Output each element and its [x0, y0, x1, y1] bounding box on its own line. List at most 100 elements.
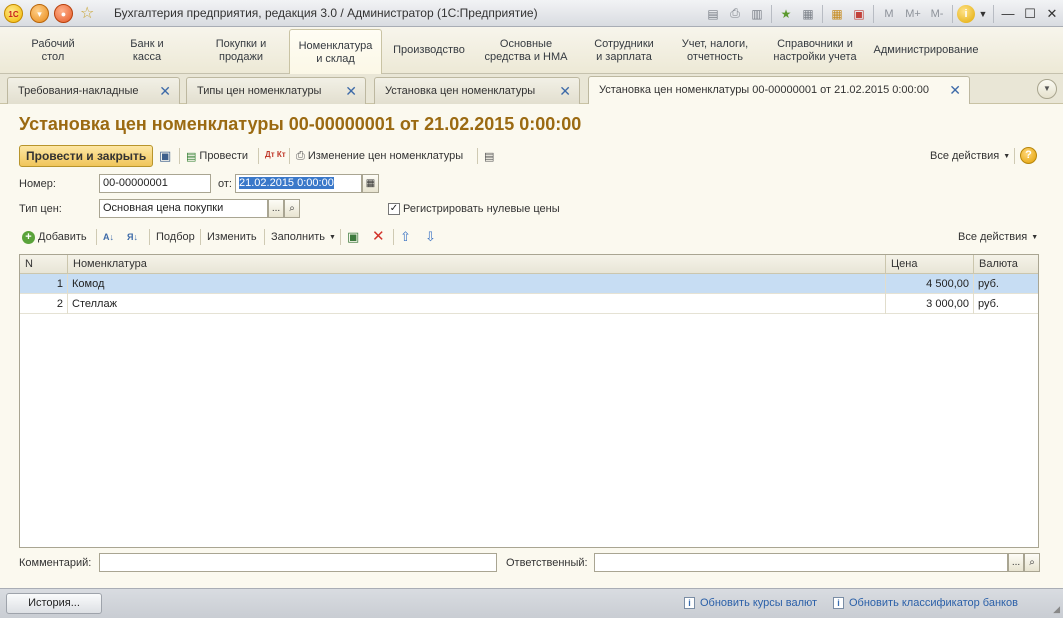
separator — [873, 4, 874, 23]
column-header-n[interactable]: N — [20, 255, 68, 274]
tab-requisitions[interactable]: Требования-накладные ✕ — [7, 77, 180, 104]
preview-icon[interactable]: ▥ — [747, 5, 767, 23]
section-fixed-assets[interactable]: Основные средства и НМА — [478, 27, 574, 74]
resize-grip-icon[interactable]: ◢ — [1053, 604, 1060, 615]
save-icon[interactable]: ▤ — [703, 5, 723, 23]
section-nomenclature[interactable]: Номенклатура и склад — [289, 29, 382, 75]
post-icon: ▤ — [186, 150, 197, 163]
price-change-button[interactable]: ⎙ Изменение цен номенклатуры — [296, 147, 463, 165]
pick-button[interactable]: Подбор — [156, 228, 195, 246]
print-icon: ⎙ — [296, 149, 305, 162]
separator — [771, 4, 772, 23]
table-row[interactable]: 1 Комод 4 500,00 руб. — [20, 274, 1038, 294]
date-field[interactable]: 21.02.2015 0:00:00 — [235, 174, 362, 193]
maximize-button[interactable]: ☐ — [1019, 4, 1041, 24]
memory-plus-button[interactable]: M+ — [902, 5, 924, 23]
all-actions-button[interactable]: Все действия ▼ — [930, 147, 1010, 165]
memory-minus-button[interactable]: M- — [926, 5, 948, 23]
separator — [952, 4, 953, 23]
stop-icon[interactable]: ● — [54, 4, 73, 23]
table-row[interactable]: 2 Стеллаж 3 000,00 руб. — [20, 294, 1038, 314]
post-label: Провести — [199, 150, 249, 162]
register-zero-checkbox[interactable]: ✓ — [388, 203, 400, 215]
close-window-button[interactable]: ✕ — [1041, 4, 1063, 24]
chevron-down-icon[interactable]: ▼ — [977, 5, 989, 23]
close-icon[interactable]: ✕ — [345, 78, 357, 104]
main-menu-icon[interactable]: ▾ — [30, 4, 49, 23]
section-production[interactable]: Производство — [386, 27, 472, 74]
print-icon[interactable]: ⎙ — [725, 5, 745, 23]
close-icon[interactable]: ✕ — [159, 78, 171, 104]
history-button[interactable]: История... — [6, 593, 102, 614]
price-type-label: Тип цен: — [19, 203, 62, 215]
chevron-down-icon: ▼ — [1031, 233, 1039, 241]
section-bank[interactable]: Банк и касса — [104, 27, 190, 74]
save-icon[interactable]: ▣ — [159, 147, 174, 165]
comment-label: Комментарий: — [19, 557, 92, 569]
fill-button[interactable]: Заполнить ▼ — [271, 228, 336, 246]
search-icon[interactable]: ⌕ — [1024, 553, 1040, 572]
memory-m-button[interactable]: M — [878, 5, 900, 23]
table-all-actions-label: Все действия — [958, 231, 1028, 243]
section-catalogs[interactable]: Справочники и настройки учета — [762, 27, 868, 74]
all-actions-label: Все действия — [930, 150, 1000, 162]
table-all-actions-button[interactable]: Все действия ▼ — [958, 228, 1038, 246]
column-header-currency[interactable]: Валюта — [974, 255, 1040, 274]
section-reports[interactable]: Учет, налоги, отчетность — [672, 27, 758, 74]
update-banks-link[interactable]: i Обновить классификатор банков — [833, 597, 1018, 609]
register-zero-label: Регистрировать нулевые цены — [403, 203, 560, 215]
responsible-select-button[interactable]: ... — [1008, 553, 1024, 572]
sort-desc-icon[interactable]: Я↓ — [127, 228, 138, 246]
tabs-menu-icon[interactable]: ▼ — [1037, 79, 1057, 99]
price-type-select-button[interactable]: ... — [268, 199, 284, 218]
close-icon[interactable]: ✕ — [949, 77, 961, 103]
sort-asc-icon[interactable]: A↓ — [103, 228, 114, 246]
report-icon[interactable]: ▤ — [484, 147, 497, 165]
update-rates-link[interactable]: i Обновить курсы валют — [684, 597, 817, 609]
minimize-button[interactable]: — — [997, 4, 1019, 24]
number-field[interactable]: 00-00000001 — [99, 174, 211, 193]
section-staff[interactable]: Сотрудники и зарплата — [583, 27, 665, 74]
add-row-button[interactable]: + Добавить — [22, 228, 87, 246]
comment-field[interactable] — [99, 553, 497, 572]
info-icon: i — [684, 597, 695, 609]
tab-price-setting-document[interactable]: Установка цен номенклатуры 00-00000001 о… — [588, 76, 970, 105]
column-header-price[interactable]: Цена — [886, 255, 974, 274]
post-button[interactable]: ▤ Провести — [186, 147, 248, 165]
calculator-icon[interactable]: ▦ — [827, 5, 847, 23]
separator — [340, 229, 341, 245]
separator — [179, 148, 180, 164]
separator — [477, 148, 478, 164]
delete-icon[interactable]: ✕ — [372, 227, 385, 245]
favorites-star-icon[interactable]: ☆ — [80, 3, 94, 23]
responsible-field[interactable] — [594, 553, 1008, 572]
section-purchases[interactable]: Покупки и продажи — [196, 27, 286, 74]
post-and-close-button[interactable]: Провести и закрыть — [19, 145, 154, 167]
number-label: Номер: — [19, 178, 56, 190]
calendar-icon[interactable]: ▣ — [849, 5, 869, 23]
history-icon[interactable]: ▦ — [798, 5, 818, 23]
section-desktop[interactable]: Рабочий стол — [10, 27, 96, 74]
price-type-field[interactable]: Основная цена покупки — [99, 199, 268, 218]
dt-kt-icon[interactable]: Дт Кт — [265, 146, 286, 164]
column-header-item[interactable]: Номенклатура — [68, 255, 886, 274]
app-logo-icon[interactable]: 1С — [4, 4, 23, 23]
info-icon[interactable]: i — [957, 4, 975, 23]
move-down-icon[interactable]: ⇩ — [425, 228, 436, 246]
help-icon[interactable]: ? — [1020, 147, 1037, 164]
favorite-add-icon[interactable]: ★ — [776, 5, 796, 23]
search-icon[interactable]: ⌕ — [284, 199, 300, 218]
section-admin[interactable]: Администрирование — [870, 27, 982, 74]
cell-n: 1 — [20, 274, 68, 294]
move-up-icon[interactable]: ⇧ — [400, 228, 411, 246]
cell-currency: руб. — [978, 278, 999, 290]
table-header: N Номенклатура Цена Валюта — [20, 255, 1038, 274]
change-button[interactable]: Изменить — [207, 228, 257, 246]
prices-table[interactable]: N Номенклатура Цена Валюта 1 Комод 4 500… — [19, 254, 1039, 548]
calendar-icon[interactable]: ▦ — [362, 174, 379, 193]
tab-price-setting-list[interactable]: Установка цен номенклатуры ✕ — [374, 77, 580, 104]
tab-price-types[interactable]: Типы цен номенклатуры ✕ — [186, 77, 366, 104]
copy-row-icon[interactable]: ▣ — [347, 228, 359, 246]
separator — [1014, 148, 1015, 164]
close-icon[interactable]: ✕ — [559, 78, 571, 104]
